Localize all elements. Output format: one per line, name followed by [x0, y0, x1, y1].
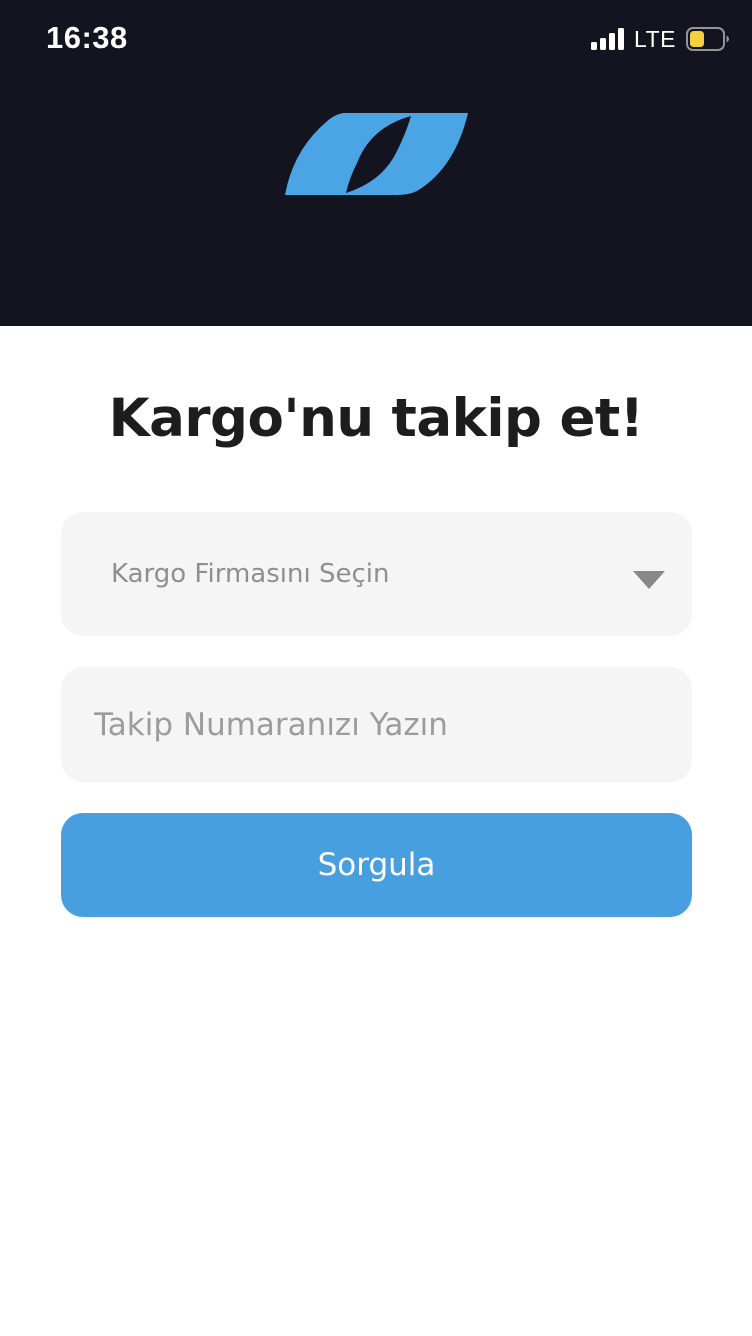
tracking-number-input[interactable]: [61, 667, 692, 782]
chevron-down-icon: [633, 571, 665, 589]
page-title: Kargo'nu takip et!: [108, 388, 644, 449]
tracking-screen: 16:38 LTE Kargo'nu takip et! Kargo Firma…: [0, 0, 752, 1336]
battery-icon: [686, 27, 729, 51]
carrier-select-placeholder: Kargo Firmasını Seçin: [111, 559, 390, 589]
status-bar: 16:38 LTE: [0, 0, 752, 80]
status-time: 16:38: [46, 20, 128, 55]
network-label: LTE: [634, 25, 676, 52]
signal-icon: [591, 28, 625, 50]
query-button[interactable]: Sorgula: [61, 813, 692, 917]
carrier-select[interactable]: Kargo Firmasını Seçin: [61, 512, 692, 636]
header: 16:38 LTE: [0, 0, 752, 326]
status-indicators: LTE: [591, 26, 730, 52]
leaf-logo-icon: [285, 113, 468, 195]
